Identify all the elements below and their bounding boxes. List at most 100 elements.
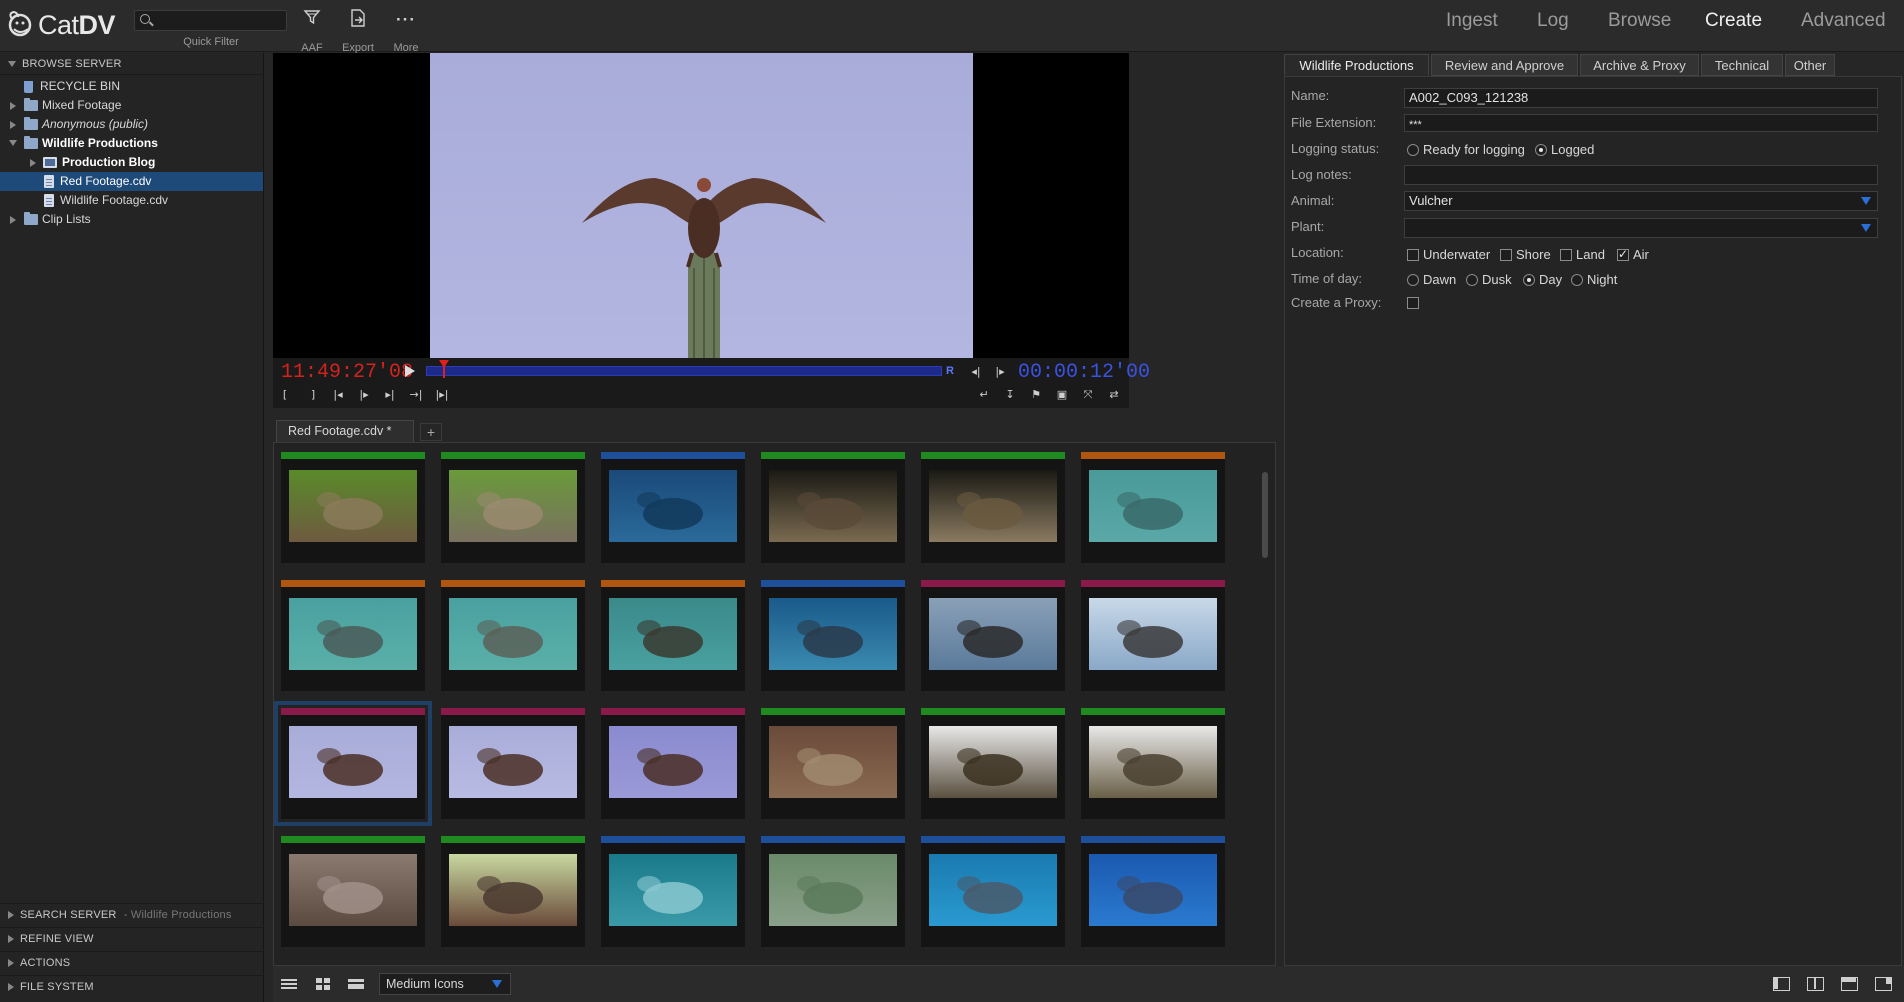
more-button[interactable]: ··· More [383,8,429,54]
clip-thumbnail[interactable] [609,598,737,670]
go-to-out-icon[interactable]: →| [405,386,427,404]
snapshot-icon[interactable]: ▣ [1051,386,1073,404]
clip-cell[interactable] [1081,452,1225,563]
tree-item-wildlife-footage[interactable]: Wildlife Footage.cdv [0,191,263,210]
clip-thumbnail[interactable] [449,470,577,542]
plant-select[interactable] [1404,218,1878,238]
search-server-header[interactable]: SEARCH SERVER - Wildlife Productions [0,903,264,925]
tree-item-mixed-footage[interactable]: Mixed Footage [0,96,263,115]
clip-thumbnail[interactable] [609,470,737,542]
clip-cell[interactable] [761,580,905,691]
radio-ready-for-logging[interactable] [1407,144,1419,156]
tab-review-and-approve[interactable]: Review and Approve [1431,54,1578,76]
clip-thumbnail[interactable] [289,854,417,926]
clip-thumbnail[interactable] [929,470,1057,542]
name-field[interactable]: A002_C093_121238 [1404,88,1878,108]
collapse-triangle-icon[interactable] [9,140,17,146]
tree-item-wildlife-productions[interactable]: Wildlife Productions [0,134,263,153]
clip-thumbnail[interactable] [769,726,897,798]
clip-thumbnail[interactable] [769,470,897,542]
dawn-label[interactable]: Dawn [1423,272,1456,287]
actions-header[interactable]: ACTIONS [0,951,264,973]
tab-archive-proxy[interactable]: Archive & Proxy [1580,54,1699,76]
checkbox-air[interactable] [1617,247,1629,261]
clip-thumbnail[interactable] [289,470,417,542]
expand-triangle-icon[interactable] [10,121,16,129]
clip-cell[interactable] [921,580,1065,691]
insert-icon[interactable]: ↵ [973,386,995,404]
tree-item-anonymous-public[interactable]: Anonymous (public) [0,115,263,134]
tree-item-production-blog[interactable]: Production Blog [0,153,263,172]
checkbox-create-proxy[interactable] [1407,297,1419,309]
clip-cell[interactable] [1081,708,1225,819]
timecode-current[interactable]: 11:49:27'08 [281,361,413,384]
clip-thumbnail[interactable] [769,598,897,670]
clip-grid-scrollbar[interactable] [1262,472,1268,558]
clip-cell[interactable] [761,452,905,563]
tree-item-red-footage[interactable]: Red Footage.cdv [0,172,263,191]
expand-triangle-icon[interactable] [10,102,16,110]
expand-triangle-icon[interactable] [10,216,16,224]
day-label[interactable]: Day [1539,272,1562,287]
clip-thumbnail[interactable] [289,598,417,670]
clip-thumbnail[interactable] [289,726,417,798]
tree-item-recycle-bin[interactable]: RECYCLE BIN [0,77,263,96]
play-icon[interactable] [405,365,415,377]
ready-for-logging-label[interactable]: Ready for logging [1423,142,1525,157]
clip-cell[interactable] [441,580,585,691]
step-forward-icon[interactable]: |▸ [989,363,1011,381]
timecode-duration[interactable]: 00:00:12'00 [1018,361,1150,384]
clip-cell[interactable] [1081,580,1225,691]
clip-cell[interactable] [601,836,745,947]
file-extension-field[interactable]: *** [1404,114,1878,132]
clip-cell[interactable] [921,708,1065,819]
clip-thumbnail[interactable] [929,726,1057,798]
clip-thumbnail[interactable] [929,854,1057,926]
add-tab-button[interactable]: + [420,423,442,441]
clip-thumbnail[interactable] [929,598,1057,670]
layout-left-panel-icon[interactable] [1773,977,1790,991]
clip-cell[interactable] [601,580,745,691]
dusk-label[interactable]: Dusk [1482,272,1512,287]
browse-server-header[interactable]: BROWSE SERVER [0,53,264,75]
underwater-label[interactable]: Underwater [1423,247,1490,262]
clip-cell[interactable] [1081,836,1225,947]
aaf-button[interactable]: AAF [289,8,335,54]
checkbox-land[interactable] [1560,249,1572,261]
clip-thumbnail[interactable] [769,854,897,926]
clip-thumbnail[interactable] [449,598,577,670]
night-label[interactable]: Night [1587,272,1617,287]
log-notes-field[interactable] [1404,165,1878,185]
layout-top-panel-icon[interactable] [1841,977,1858,991]
shore-label[interactable]: Shore [1516,247,1551,262]
expand-triangle-icon[interactable] [30,159,36,167]
layout-split-icon[interactable] [1807,977,1824,991]
tab-technical[interactable]: Technical [1701,54,1783,76]
clip-thumbnail[interactable] [609,726,737,798]
loop-icon[interactable]: ⇄ [1103,386,1125,404]
nav-tab-create[interactable]: Create [1705,10,1762,32]
nav-tab-advanced[interactable]: Advanced [1801,10,1886,32]
logged-label[interactable]: Logged [1551,142,1594,157]
split-icon[interactable]: ⤧ [1077,386,1099,404]
clip-thumbnail[interactable] [1089,854,1217,926]
go-to-in-icon[interactable]: |◂ [327,386,349,404]
nav-tab-ingest[interactable]: Ingest [1446,10,1498,32]
play-to-out-icon[interactable]: ▸| [379,386,401,404]
nav-tab-log[interactable]: Log [1537,10,1569,32]
step-back-icon[interactable]: ◂| [965,363,987,381]
checkbox-shore[interactable] [1500,249,1512,261]
play-in-out-icon[interactable]: |▸ [353,386,375,404]
clip-cell[interactable] [274,701,432,826]
quick-filter-input[interactable] [157,12,282,29]
video-frame[interactable] [430,53,973,358]
r-marker[interactable]: R [946,365,954,377]
clip-cell[interactable] [281,452,425,563]
view-mode-select[interactable]: Medium Icons [379,973,511,995]
animal-select[interactable]: Vulcher [1404,191,1878,211]
go-to-end-icon[interactable]: |▸| [431,386,453,404]
radio-logged[interactable] [1535,144,1547,156]
clip-thumbnail[interactable] [1089,598,1217,670]
clip-thumbnail[interactable] [449,854,577,926]
clip-tab-red-footage[interactable]: Red Footage.cdv * [276,420,414,442]
